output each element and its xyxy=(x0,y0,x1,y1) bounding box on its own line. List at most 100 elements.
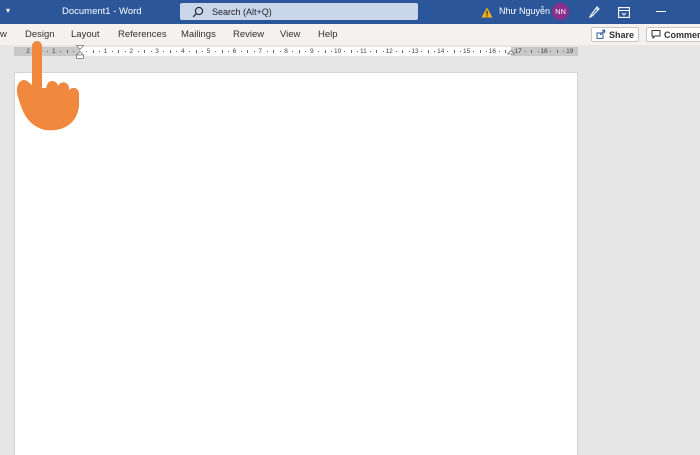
ruler-tick xyxy=(86,51,88,52)
ruler-tick xyxy=(473,51,475,52)
ruler-number: 13 xyxy=(411,48,419,55)
ruler-tick xyxy=(227,51,229,52)
ruler-tick xyxy=(118,50,120,53)
search-input[interactable] xyxy=(212,3,412,20)
ruler-tick xyxy=(563,51,565,52)
ruler-number: 16 xyxy=(488,48,497,55)
comment-icon xyxy=(651,29,661,41)
search-box[interactable] xyxy=(180,3,418,20)
ruler-tick xyxy=(453,50,455,53)
ruler-tick xyxy=(434,51,436,52)
ruler-tick xyxy=(163,51,165,52)
ruler-tick xyxy=(447,51,449,52)
ruler-tick xyxy=(189,51,191,52)
ruler-tick xyxy=(556,50,558,53)
search-icon xyxy=(192,5,204,23)
warning-icon[interactable] xyxy=(481,5,493,23)
ruler-number: 7 xyxy=(258,48,262,55)
quick-access-dropdown[interactable]: ▾ xyxy=(6,6,10,15)
ruler-tick xyxy=(324,50,326,53)
ruler-number: 19 xyxy=(566,48,574,55)
word-window: ▾ Document1 - Word Như Nguyễn NN xyxy=(0,0,700,455)
ruler-number: 3 xyxy=(155,48,159,55)
ruler-tick xyxy=(382,51,384,52)
ruler-number: 14 xyxy=(437,48,445,55)
ruler-tick xyxy=(298,50,300,53)
horizontal-ruler[interactable]: 2 1 1 2 3 4 5 6 7 8 9 10 11 12 13 14 15 16 17 18 19 xyxy=(14,47,578,56)
ruler-tick xyxy=(279,51,281,52)
avatar[interactable]: NN xyxy=(552,3,569,20)
ruler-number: 6 xyxy=(232,48,237,55)
ruler-tick xyxy=(395,51,397,52)
tab-references[interactable]: References xyxy=(118,29,167,40)
ruler-number: 9 xyxy=(309,48,314,55)
hand-pointer-icon xyxy=(13,38,83,138)
tab-view-partial[interactable]: w xyxy=(0,29,7,40)
share-label: Share xyxy=(609,29,635,40)
ruler-number: 1 xyxy=(103,48,108,55)
ruler-tick xyxy=(408,51,410,52)
ruler-tick xyxy=(537,51,539,52)
comments-label: Comments xyxy=(664,29,700,40)
ruler-tick xyxy=(485,51,487,52)
ruler-tick xyxy=(524,51,526,52)
comments-button[interactable]: Comments xyxy=(646,27,700,42)
ruler-tick xyxy=(402,50,404,53)
ruler-tick xyxy=(273,50,275,53)
tab-view[interactable]: View xyxy=(280,29,300,40)
ruler-tick xyxy=(137,51,139,52)
ruler-tick xyxy=(195,50,197,53)
share-button[interactable]: Share xyxy=(591,27,640,42)
tab-mailings[interactable]: Mailings xyxy=(181,29,216,40)
ruler-tick xyxy=(331,51,333,52)
ribbon-display-options-icon[interactable] xyxy=(618,5,630,23)
tab-review[interactable]: Review xyxy=(233,29,264,40)
ruler-tick xyxy=(92,50,94,53)
ruler-tick xyxy=(150,51,152,52)
ruler-tick xyxy=(266,51,268,52)
ruler-number: 17 xyxy=(514,48,522,55)
ruler-tick xyxy=(498,51,500,52)
ruler-tick xyxy=(202,51,204,52)
tab-help[interactable]: Help xyxy=(318,29,338,40)
ruler-tick xyxy=(169,50,171,53)
ruler-tick xyxy=(215,51,217,52)
ruler-tick xyxy=(550,51,552,52)
ruler-tick xyxy=(376,50,378,53)
ruler-tick xyxy=(247,50,249,53)
ruler-tick xyxy=(176,51,178,52)
ruler-tick xyxy=(460,51,462,52)
user-name[interactable]: Như Nguyễn xyxy=(499,6,550,16)
ruler-number: 4 xyxy=(180,48,185,55)
ruler-tick xyxy=(318,51,320,52)
ruler-tick xyxy=(356,51,358,52)
pen-icon[interactable] xyxy=(588,4,601,23)
ruler-number: 12 xyxy=(385,48,393,55)
ruler-tick xyxy=(427,50,429,53)
right-indent-marker-icon[interactable] xyxy=(506,45,516,63)
ruler-tick xyxy=(479,50,481,53)
ruler-tick xyxy=(253,51,255,52)
ruler-tick xyxy=(98,51,100,52)
ruler-tick xyxy=(369,51,371,52)
ruler-number: 18 xyxy=(540,48,548,55)
ruler-tick xyxy=(531,50,533,53)
ruler-tick xyxy=(344,51,346,52)
ruler-tick xyxy=(240,51,242,52)
ruler-number: 11 xyxy=(360,48,367,55)
minimize-icon[interactable] xyxy=(656,11,666,12)
ruler-tick xyxy=(305,51,307,52)
document-page[interactable] xyxy=(14,72,578,455)
ruler-tick xyxy=(350,50,352,53)
document-title: Document1 - Word xyxy=(62,6,142,17)
ruler-tick xyxy=(421,51,423,52)
ruler-number: 8 xyxy=(284,48,288,55)
ruler-number: 10 xyxy=(333,48,342,55)
ruler-tick xyxy=(111,51,113,52)
ruler-number: 2 xyxy=(129,48,133,55)
ruler-tick xyxy=(292,51,294,52)
ruler-tick xyxy=(144,50,146,53)
ruler-area: 2 1 1 2 3 4 5 6 7 8 9 10 11 12 13 14 15 16 17 18 19 xyxy=(0,45,700,58)
share-icon xyxy=(596,29,606,41)
ruler-tick xyxy=(124,51,126,52)
